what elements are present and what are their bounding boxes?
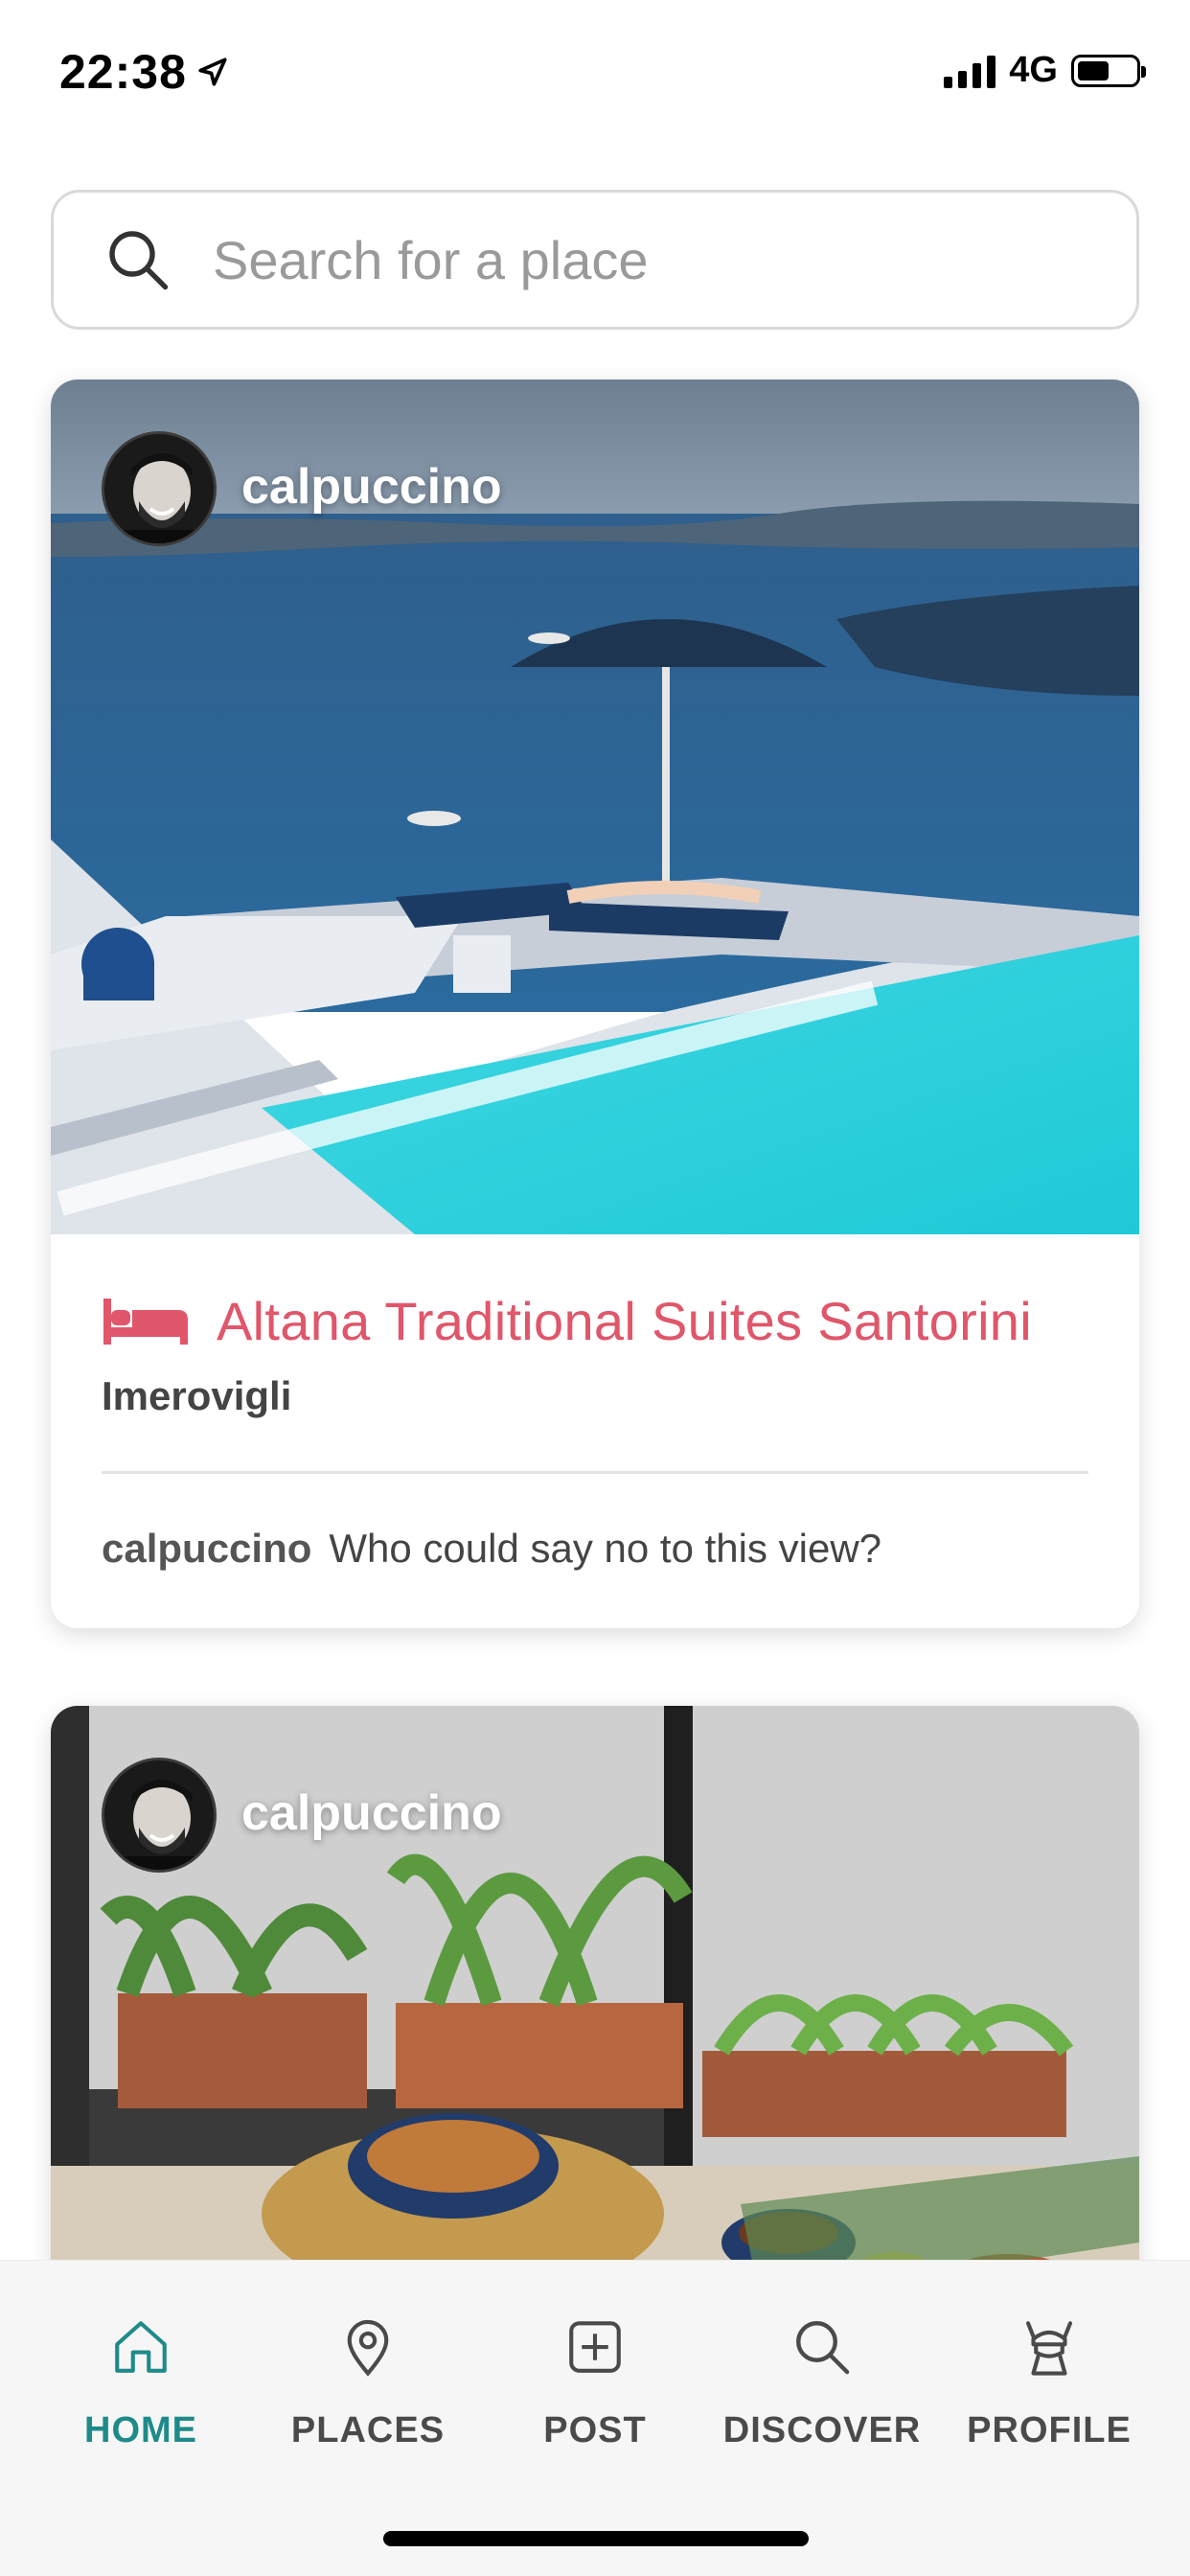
post-username[interactable]: calpuccino — [241, 458, 502, 516]
place-location: Imerovigli — [102, 1373, 292, 1418]
status-indicators: 4G — [944, 50, 1146, 91]
tab-label: PLACES — [290, 2410, 446, 2450]
home-indicator[interactable] — [383, 2531, 809, 2546]
avatar[interactable] — [102, 1758, 217, 1873]
search-icon — [100, 221, 176, 298]
status-time: 22:38 — [59, 44, 229, 100]
tab-places[interactable]: PLACES — [258, 2309, 478, 2451]
network-type: 4G — [1009, 50, 1058, 90]
search-input[interactable] — [213, 228, 1075, 291]
tab-label: DISCOVER — [722, 2410, 922, 2450]
map-pin-icon — [330, 2309, 406, 2385]
caption-text: Who could say no to this view? — [329, 1526, 882, 1571]
place-name[interactable]: Altana Traditional Suites Santorini — [217, 1290, 1032, 1352]
tab-label: PROFILE — [967, 2410, 1132, 2450]
search-bar[interactable] — [51, 190, 1139, 330]
caption-username[interactable]: calpuccino — [102, 1526, 311, 1572]
status-bar: 22:38 4G — [0, 0, 1190, 144]
post-card[interactable]: calpuccino Altana Traditional Suites San… — [51, 380, 1139, 1628]
tab-discover[interactable]: DISCOVER — [712, 2309, 932, 2451]
bottom-tab-bar: HOME PLACES POST DISCOVER PROFILE — [0, 2260, 1190, 2576]
tab-home[interactable]: HOME — [31, 2309, 251, 2451]
post-photo[interactable]: calpuccino — [51, 380, 1139, 1234]
search-icon — [784, 2309, 860, 2385]
tab-post[interactable]: POST — [485, 2309, 705, 2451]
place-title-row[interactable]: Altana Traditional Suites Santorini — [102, 1290, 1088, 1352]
post-caption: calpuccino Who could say no to this view… — [102, 1526, 1088, 1572]
post-username[interactable]: calpuccino — [241, 1784, 502, 1842]
cell-signal-icon — [944, 54, 996, 88]
avatar[interactable] — [102, 431, 217, 546]
tab-label: POST — [543, 2410, 647, 2450]
plus-square-icon — [557, 2309, 633, 2385]
battery-icon — [1071, 54, 1146, 87]
clock-label: 22:38 — [59, 45, 187, 99]
santorini-pool-photo — [51, 380, 1139, 1234]
viking-icon — [1011, 2309, 1087, 2385]
divider — [102, 1471, 1088, 1474]
tab-profile[interactable]: PROFILE — [939, 2309, 1159, 2451]
tab-label: HOME — [84, 2410, 197, 2450]
bed-icon — [103, 1298, 188, 1345]
home-icon — [103, 2309, 179, 2385]
location-arrow-icon — [198, 58, 227, 86]
